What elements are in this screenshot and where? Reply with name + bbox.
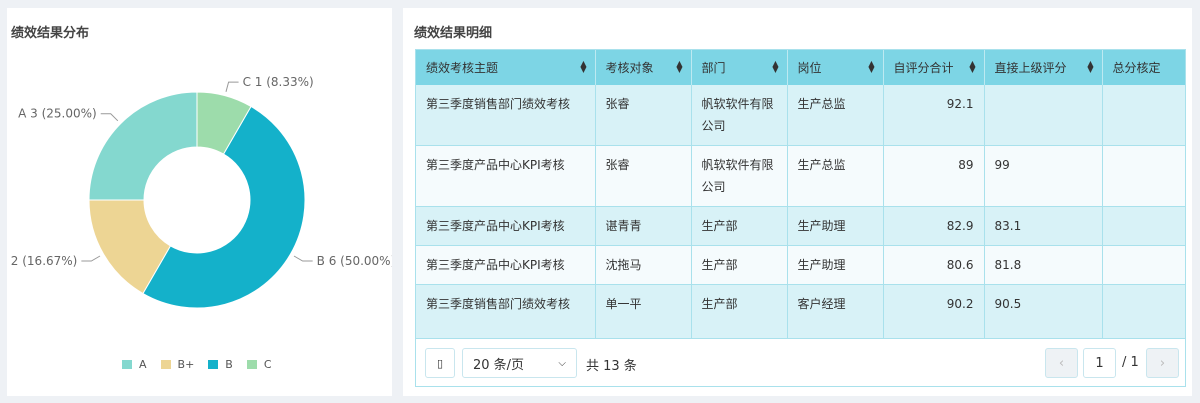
label-line <box>81 255 101 262</box>
table-cell: 81 <box>1102 245 1185 285</box>
column-header[interactable]: 岗位 ▲ ▼ <box>787 50 884 85</box>
table-cell: 90.2 <box>883 284 985 341</box>
sort-icon[interactable]: ▲ ▼ <box>772 60 778 74</box>
table-cell <box>1102 145 1185 207</box>
table-cell: 89 <box>883 145 985 207</box>
table-cell: 90.5 <box>984 284 1103 341</box>
column-header[interactable]: 部门 ▲ ▼ <box>691 50 788 85</box>
sort-icon[interactable]: ▲ ▼ <box>1087 60 1093 74</box>
table-cell <box>1102 85 1185 146</box>
page-input[interactable]: 1 <box>1083 348 1116 378</box>
table-row[interactable]: 第三季度销售部门绩效考核单一平生产部客户经理90.290.590 <box>416 284 1185 341</box>
columns-icon: ▯ <box>436 356 444 370</box>
legend-item[interactable]: C <box>246 358 272 371</box>
table-cell: 83 <box>1102 206 1185 246</box>
distribution-panel: 绩效结果分布 A 3 (25.00%)B+ 2 (16.67%)B 6 (50.… <box>7 8 392 396</box>
label-line <box>293 255 313 262</box>
pagination-bar: ▯ 20 条/页 ⌵ 共 13 条 ‹ 1 / 1 › <box>416 338 1185 386</box>
donut-chart: A 3 (25.00%) B+ 2 (16.67%) B 6 (50.00%) C 1… <box>7 75 392 309</box>
table-cell: 第三季度销售部门绩效考核 <box>416 85 596 146</box>
table-cell: 第三季度销售部门绩效考核 <box>416 284 596 341</box>
table-row[interactable]: 第三季度产品中心KPI考核谌青青生产部生产助理82.983.183 <box>416 206 1185 246</box>
table-cell: 第三季度产品中心KPI考核 <box>416 245 596 285</box>
legend-label: B+ <box>177 358 195 371</box>
column-label: 总分核定 <box>1112 61 1161 75</box>
legend-label: A <box>139 358 147 371</box>
sort-icon[interactable]: ▲ ▼ <box>969 60 975 74</box>
table-cell: 81.8 <box>984 245 1103 285</box>
table-cell: 客户经理 <box>787 284 884 341</box>
legend-swatch <box>160 360 171 369</box>
label-line <box>225 81 239 92</box>
page-size-select[interactable]: 20 条/页 ⌵ <box>462 348 577 378</box>
legend-label: B <box>225 358 233 371</box>
donut-slice-A[interactable] <box>88 91 198 201</box>
table-cell: 沈拖马 <box>595 245 692 285</box>
slice-label: C 1 (8.33%) <box>243 75 314 89</box>
total-count: 共 13 条 <box>586 359 637 374</box>
table-cell: 张睿 <box>595 85 692 146</box>
label-line <box>100 113 119 122</box>
table-cell: 90 <box>1102 284 1185 341</box>
table-cell: 第三季度产品中心KPI考核 <box>416 206 596 246</box>
legend-swatch <box>122 360 132 369</box>
table-cell: 生产部 <box>691 206 788 246</box>
table-cell: 99 <box>984 145 1103 207</box>
table-row[interactable]: 第三季度产品中心KPI考核 张睿 帆软软件有限公司 生产总监 89 99 <box>416 145 1185 207</box>
table-cell: 生产总监 <box>787 85 884 146</box>
column-label: 直接上级评分 <box>994 61 1067 75</box>
legend-item[interactable]: B <box>208 358 233 371</box>
table-cell: 生产助理 <box>787 206 884 246</box>
column-header[interactable]: 自评分合计 ▲ ▼ <box>883 50 985 85</box>
legend-swatch <box>246 360 257 369</box>
table-cell: 92.1 <box>883 85 985 146</box>
table-cell: 生产部 <box>691 284 788 341</box>
table-cell: 单一平 <box>595 284 692 341</box>
table-cell: 83.1 <box>984 206 1103 246</box>
chevron-down-icon: ⌵ <box>558 357 566 369</box>
table-cell: 生产部 <box>691 245 788 285</box>
column-header[interactable]: 绩效考核主题 ▲ ▼ <box>416 50 596 85</box>
column-label: 考核对象 <box>605 61 654 75</box>
column-label: 自评分合计 <box>893 61 954 75</box>
slice-label: B+ 2 (16.67%) <box>7 254 77 268</box>
page-size-value: 20 条/页 <box>473 357 525 373</box>
sort-icon[interactable]: ▲ ▼ <box>868 60 874 74</box>
column-header[interactable]: 考核对象 ▲ ▼ <box>595 50 692 85</box>
legend-item[interactable]: B+ <box>160 358 195 371</box>
slice-label: A 3 (25.00%) <box>18 107 97 121</box>
legend-item[interactable]: A <box>122 358 147 371</box>
table-row[interactable]: 第三季度销售部门绩效考核 张睿 帆软软件有限公司 生产总监 92.1 <box>416 85 1185 146</box>
column-settings-button[interactable]: ▯ <box>425 348 455 378</box>
sort-icon[interactable]: ▲ ▼ <box>580 60 586 74</box>
table-cell: 谌青青 <box>595 206 692 246</box>
column-header[interactable]: 直接上级评分 ▲ ▼ <box>984 50 1103 85</box>
table-cell: 生产总监 <box>787 145 884 207</box>
table-cell: 80.6 <box>883 245 985 285</box>
detail-table: 绩效考核主题 ▲ ▼ 考核对象 ▲ ▼ 部门 ▲ ▼ 岗位 ▲ ▼ 自评分合计 ▲ ▼ 直接上级评分 ▲ ▼ 总分核… <box>415 49 1186 387</box>
table-cell: 张睿 <box>595 145 692 207</box>
table-row[interactable]: 第三季度产品中心KPI考核沈拖马生产部生产助理80.681.881 <box>416 245 1185 285</box>
column-label: 部门 <box>701 61 726 75</box>
table-cell: 82.9 <box>883 206 985 246</box>
sort-icon[interactable]: ▲ ▼ <box>676 60 682 74</box>
table-cell: 第三季度产品中心KPI考核 <box>416 145 596 207</box>
slice-label: B 6 (50.00%) <box>317 254 392 268</box>
table-cell: 生产助理 <box>787 245 884 285</box>
legend-label: C <box>263 358 272 371</box>
page-total: / 1 <box>1122 355 1139 370</box>
table-cell: 帆软软件有限公司 <box>691 85 788 146</box>
chart-legend[interactable]: A B+ B C <box>122 358 272 371</box>
panel-title: 绩效结果明细 <box>414 26 493 41</box>
column-label: 绩效考核主题 <box>426 61 499 75</box>
column-header[interactable]: 总分核定 <box>1102 50 1185 85</box>
prev-page-button[interactable]: ‹ <box>1045 348 1078 378</box>
table-cell: 帆软软件有限公司 <box>691 145 788 207</box>
column-label: 岗位 <box>797 61 822 75</box>
table-cell <box>984 85 1103 146</box>
next-page-button[interactable]: › <box>1146 348 1179 378</box>
legend-swatch <box>208 360 219 369</box>
detail-panel: 绩效结果明细 绩效考核主题 ▲ ▼ 考核对象 ▲ ▼ 部门 ▲ ▼ 岗位 ▲ ▼ 自评分合计 ▲ ▼ 直接上级… <box>403 8 1192 396</box>
